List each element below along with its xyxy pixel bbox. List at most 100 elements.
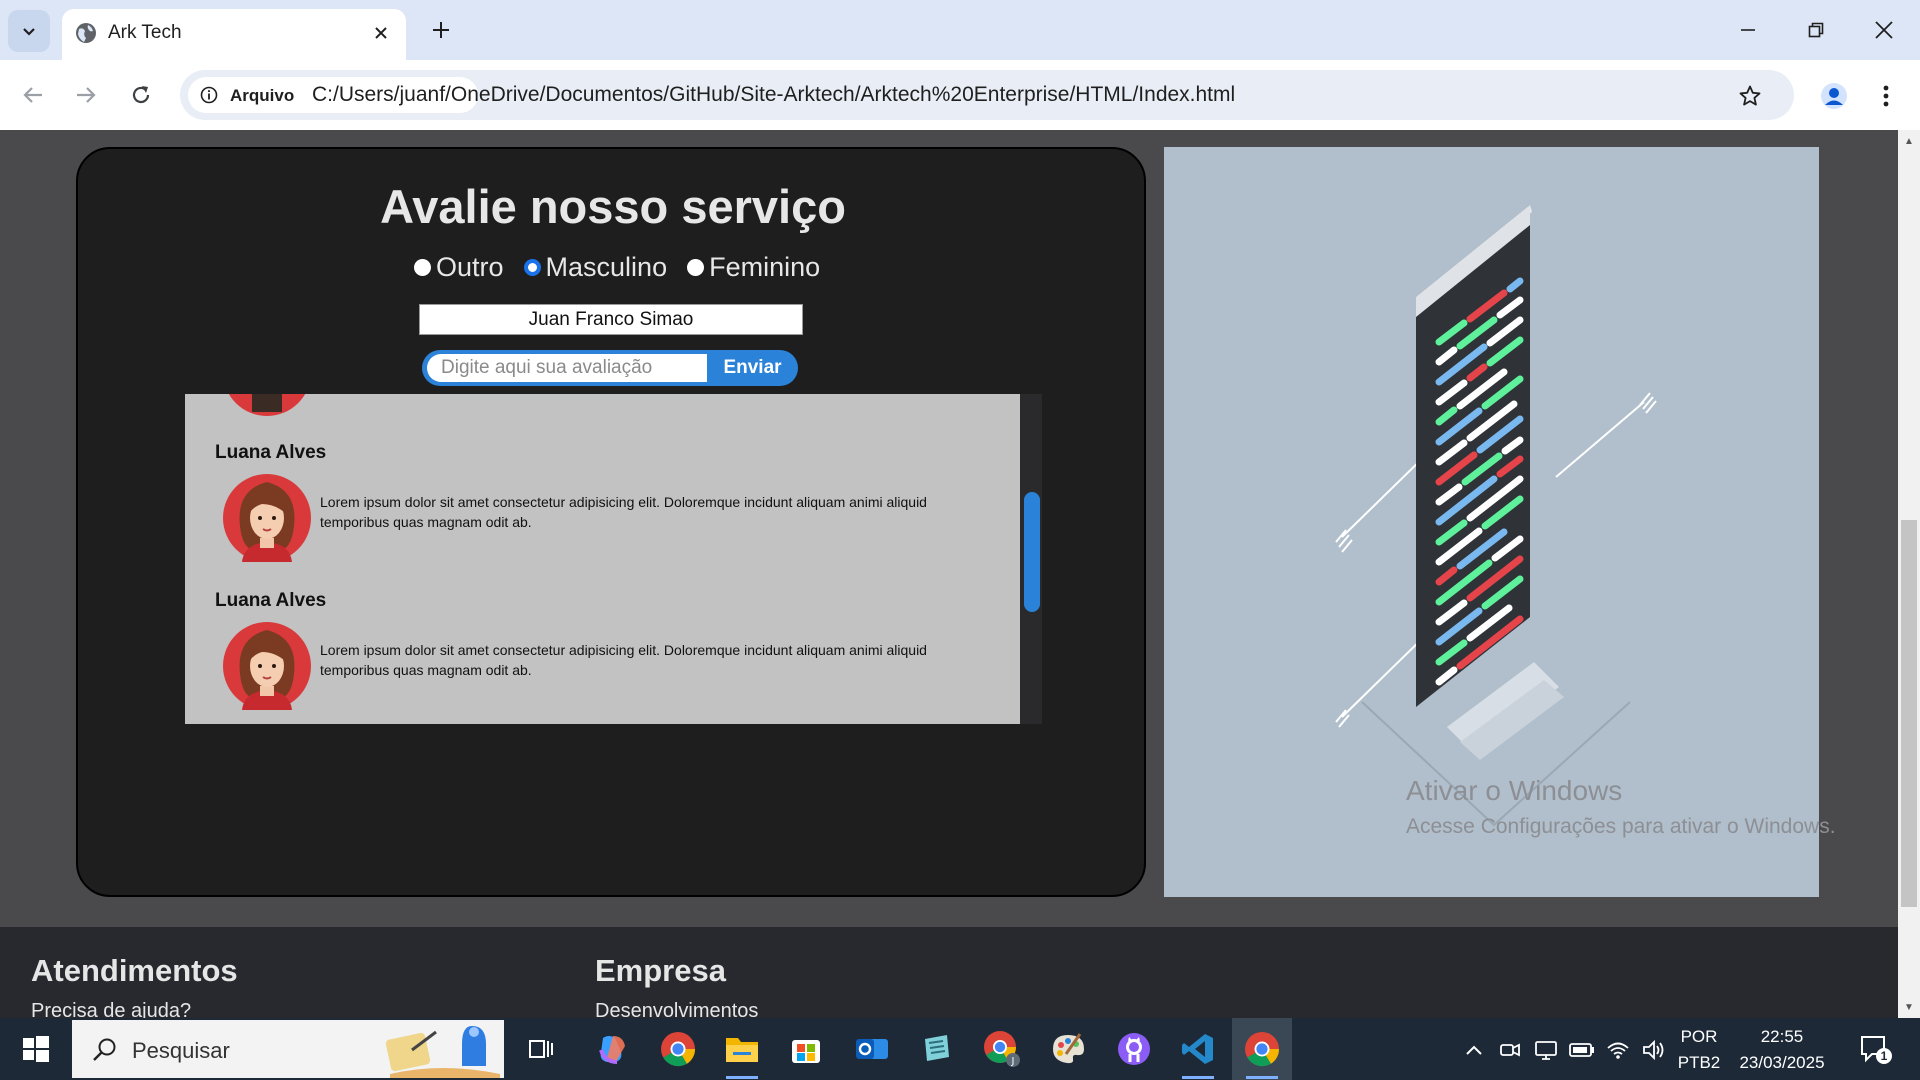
chrome-active-app[interactable]: [1232, 1018, 1292, 1080]
new-tab-button[interactable]: [424, 13, 458, 47]
name-input[interactable]: Juan Franco Simao: [419, 304, 803, 335]
browser-tab[interactable]: Ark Tech: [62, 9, 406, 60]
close-icon: [1875, 21, 1893, 39]
chevron-up-icon: [1466, 1045, 1482, 1055]
vscode-icon: [1182, 1034, 1213, 1064]
footer-link-ajuda[interactable]: Precisa de ajuda?: [31, 1000, 191, 1018]
avatar-icon: [1821, 83, 1847, 109]
address-bar[interactable]: Arquivo C:/Users/juanf/OneDrive/Document…: [180, 70, 1794, 120]
wifi-tray[interactable]: [1604, 1036, 1632, 1064]
volume-icon: [1643, 1039, 1664, 1061]
browser-titlebar: Ark Tech: [0, 0, 1920, 60]
battery-icon: [1569, 1043, 1594, 1057]
info-icon: [200, 86, 218, 104]
comment-author: Luana Alves: [215, 590, 327, 611]
comments-list[interactable]: Luana Alves Lorem ipsum dolor sit amet c…: [185, 394, 1020, 724]
paint-app[interactable]: [1038, 1018, 1098, 1080]
task-view-button[interactable]: [510, 1018, 570, 1080]
page-scroll-thumb[interactable]: [1901, 520, 1917, 907]
wifi-icon: [1607, 1042, 1629, 1059]
notepad-icon: [925, 1035, 949, 1061]
chrome-profile-app[interactable]: J: [972, 1018, 1032, 1080]
taskbar-search[interactable]: Pesquisar: [72, 1020, 504, 1078]
display-tray[interactable]: [1532, 1036, 1560, 1064]
language-indicator-top[interactable]: POR: [1676, 1027, 1722, 1047]
task-view-icon: [529, 1040, 553, 1058]
monitor-icon: [1535, 1041, 1557, 1060]
start-button[interactable]: [0, 1018, 72, 1080]
file-explorer-app[interactable]: [712, 1018, 772, 1080]
vscode-app[interactable]: [1168, 1018, 1228, 1080]
site-footer: Atendimentos Precisa de ajuda? Empresa D…: [0, 927, 1898, 1018]
activation-watermark-subtitle: Acesse Configurações para ativar o Windo…: [1406, 815, 1836, 838]
radio-label-feminino: Feminino: [709, 252, 821, 282]
microsoft-store-app[interactable]: [776, 1018, 836, 1080]
browser-menu-button[interactable]: [1870, 78, 1902, 114]
star-icon: [1739, 85, 1761, 106]
tab-title: Ark Tech: [108, 22, 182, 43]
review-title: Avalie nosso serviço: [380, 180, 846, 233]
radio-feminino[interactable]: [687, 259, 705, 276]
more-vert-icon: [1883, 85, 1889, 107]
github-icon: [1118, 1033, 1150, 1065]
restore-button[interactable]: [1786, 8, 1846, 52]
svg-text:J: J: [1011, 1056, 1015, 1067]
comments-scrollbar[interactable]: [1020, 394, 1042, 724]
chrome-app[interactable]: [648, 1018, 708, 1080]
comment-author: Luana Alves: [215, 442, 327, 463]
radio-outro[interactable]: [414, 259, 431, 276]
site-chip-label: Arquivo: [230, 86, 295, 105]
send-button[interactable]: Enviar: [707, 350, 798, 386]
battery-tray[interactable]: [1568, 1036, 1596, 1064]
reload-button[interactable]: [122, 76, 160, 114]
copilot-app[interactable]: [582, 1018, 642, 1080]
close-window-button[interactable]: [1854, 8, 1914, 52]
tab-search-button[interactable]: [8, 10, 50, 52]
plus-icon: [433, 22, 449, 38]
bookmark-button[interactable]: [1736, 82, 1764, 110]
url-text[interactable]: C:/Users/juanf/OneDrive/Documentos/GitHu…: [312, 83, 1235, 107]
language-indicator-bottom[interactable]: PTB2: [1676, 1053, 1722, 1073]
comment-text: Lorem ipsum dolor sit amet consectetur a…: [320, 494, 927, 530]
clock-date[interactable]: 23/03/2025: [1730, 1053, 1834, 1073]
clock-time[interactable]: 22:55: [1730, 1027, 1834, 1047]
scroll-up-arrow-icon[interactable]: ▲: [1902, 134, 1916, 148]
avatar: [223, 474, 311, 562]
folder-icon: [726, 1038, 758, 1062]
notification-center-button[interactable]: 1: [1858, 1032, 1894, 1066]
windows-logo-icon: [23, 1036, 49, 1062]
show-hidden-icons-button[interactable]: [1460, 1036, 1488, 1064]
github-desktop-app[interactable]: [1104, 1018, 1164, 1080]
outlook-icon: [856, 1039, 888, 1059]
search-highlight-art: [385, 1026, 500, 1078]
tab-close-button[interactable]: [368, 20, 394, 46]
palette-icon: [1053, 1033, 1084, 1064]
search-icon: [93, 1038, 116, 1061]
forward-button[interactable]: [67, 76, 105, 114]
footer-link-desenvolvimentos[interactable]: Desenvolvimentos: [595, 1000, 758, 1018]
restore-icon: [1808, 22, 1824, 38]
notepad-app[interactable]: [906, 1018, 966, 1080]
minimize-icon: [1741, 29, 1755, 31]
minimize-button[interactable]: [1718, 8, 1778, 52]
page-scrollbar[interactable]: ▲ ▼: [1898, 130, 1920, 1018]
arrow-left-icon: [23, 87, 42, 103]
outlook-app[interactable]: [842, 1018, 902, 1080]
copilot-icon: [599, 1036, 625, 1064]
close-icon: [375, 27, 387, 39]
footer-heading-empresa: Empresa: [595, 953, 726, 988]
radio-masculino[interactable]: [523, 259, 541, 276]
comments-scroll-thumb[interactable]: [1024, 492, 1040, 612]
store-icon: [792, 1040, 820, 1063]
back-button[interactable]: [14, 76, 52, 114]
chrome-profile-icon: J: [984, 1031, 1020, 1067]
review-card: Avalie nosso serviço Outro Masculino Fem…: [76, 147, 1146, 897]
volume-tray[interactable]: [1640, 1036, 1668, 1064]
globe-icon: [76, 23, 96, 43]
review-input[interactable]: Digite aqui sua avaliação: [427, 354, 707, 382]
meet-now-tray[interactable]: [1496, 1036, 1524, 1064]
profile-button[interactable]: [1816, 78, 1852, 114]
scroll-down-arrow-icon[interactable]: ▼: [1902, 1000, 1916, 1014]
radio-label-masculino: Masculino: [545, 252, 668, 282]
avatar: [223, 622, 311, 710]
